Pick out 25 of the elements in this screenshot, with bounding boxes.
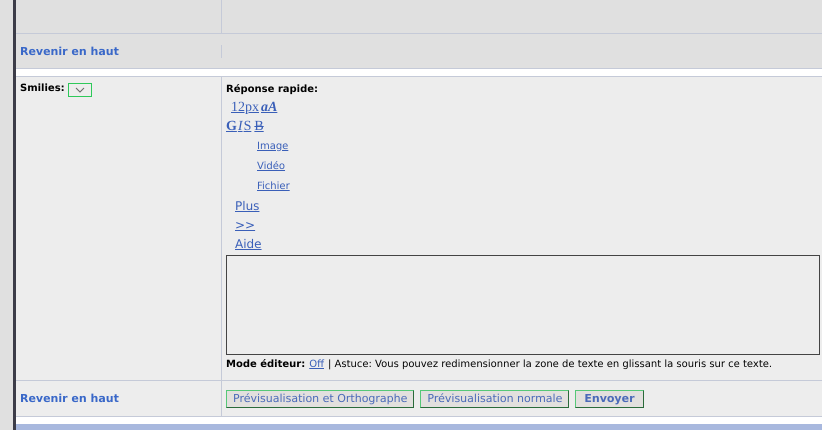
editor-mode-label: Mode éditeur: xyxy=(226,359,306,370)
font-size-link[interactable]: 12px xyxy=(231,100,259,116)
underline-link[interactable]: S xyxy=(244,118,252,134)
more-link[interactable]: Plus xyxy=(235,198,260,212)
back-to-top-link[interactable]: Revenir en haut xyxy=(20,44,119,58)
insert-media-link[interactable]: Fichier xyxy=(257,180,290,192)
next-link[interactable]: >> xyxy=(235,218,256,232)
insert-media-link[interactable]: Image xyxy=(257,140,288,152)
tip-text: | Astuce: Vous pouvez redimensionner la zone de texte en glissant la souris sur ce texte. xyxy=(328,359,772,370)
message-field[interactable] xyxy=(226,255,820,355)
smilies-label: Smilies: xyxy=(20,83,65,94)
chevron-down-icon xyxy=(74,87,85,93)
editor-mode-link[interactable]: Off xyxy=(309,359,324,370)
italic-link[interactable]: I xyxy=(238,118,243,134)
quick-reply-title: Réponse rapide: xyxy=(226,84,320,95)
preview-button[interactable]: Prévisualisation et Orthographe xyxy=(226,390,414,408)
send-button[interactable]: Envoyer xyxy=(575,390,644,408)
strikethrough-link[interactable]: B xyxy=(252,118,266,134)
help-link[interactable]: Aide xyxy=(235,236,262,250)
preview-button[interactable]: Prévisualisation normale xyxy=(420,390,570,408)
change-case-link[interactable]: aA xyxy=(261,100,278,116)
back-to-top-link[interactable]: Revenir en haut xyxy=(20,392,119,405)
insert-media-link[interactable]: Vidéo xyxy=(257,160,286,172)
bold-link[interactable]: G xyxy=(226,118,237,134)
smilies-dropdown[interactable] xyxy=(68,83,92,97)
